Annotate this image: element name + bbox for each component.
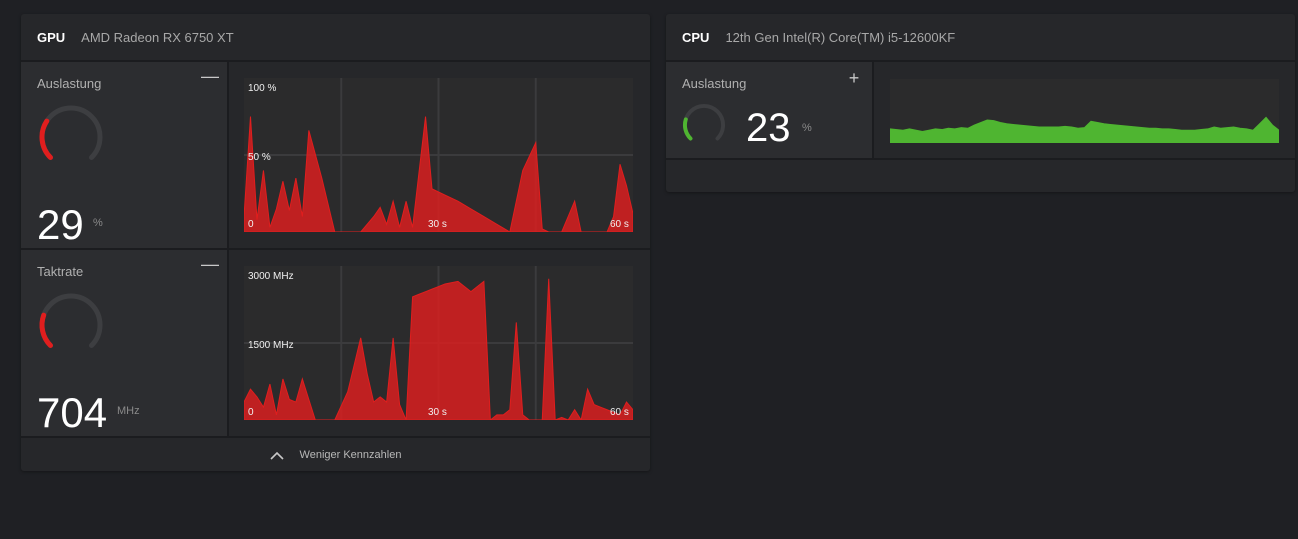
chart-x-start-label: 0 xyxy=(248,407,254,418)
chart-x-start-label: 0 xyxy=(248,219,254,230)
cpu-usage-chart xyxy=(890,79,1279,143)
gpu-usage-value: 29 xyxy=(37,201,84,248)
chart-y-top-label: 3000 MHz xyxy=(248,271,294,282)
gpu-clock-collapse-button[interactable]: — xyxy=(201,255,219,273)
gpu-usage-row: Auslastung — 29 % 100 % 50 % 0 30 s 60 s xyxy=(21,62,650,250)
fewer-metrics-toggle[interactable]: Weniger Kennzahlen xyxy=(21,439,650,471)
gpu-clock-summary: Taktrate — 704 MHz xyxy=(21,250,229,436)
gpu-usage-summary: Auslastung — 29 % xyxy=(21,62,229,248)
series-area xyxy=(890,116,1279,143)
chart-x-mid-label: 30 s xyxy=(428,407,447,418)
gpu-usage-chart: 100 % 50 % 0 30 s 60 s xyxy=(244,78,633,232)
chevron-up-icon xyxy=(269,451,284,460)
gpu-usage-unit: % xyxy=(93,217,103,229)
gpu-header: GPU AMD Radeon RX 6750 XT xyxy=(21,14,650,62)
cpu-usage-chart-area xyxy=(874,62,1295,158)
cpu-usage-expand-button[interactable]: + xyxy=(846,69,862,87)
chart-x-end-label: 60 s xyxy=(610,219,629,230)
gpu-clock-label: Taktrate xyxy=(37,264,84,279)
gpu-clock-value: 704 xyxy=(37,389,108,436)
gpu-usage-gauge xyxy=(39,105,103,161)
gpu-usage-chart-area: 100 % 50 % 0 30 s 60 s xyxy=(229,62,650,248)
cpu-usage-label: Auslastung xyxy=(682,76,747,91)
cpu-usage-value: 23 xyxy=(746,106,791,150)
cpu-card: CPU 12th Gen Intel(R) Core(TM) i5-12600K… xyxy=(666,14,1295,192)
gpu-clock-unit: MHz xyxy=(117,405,140,417)
chart-y-mid-label: 50 % xyxy=(248,152,271,163)
cpu-header: CPU 12th Gen Intel(R) Core(TM) i5-12600K… xyxy=(666,14,1295,62)
gpu-usage-collapse-button[interactable]: — xyxy=(201,67,219,85)
gauge-fill xyxy=(39,312,53,349)
gauge-track xyxy=(682,104,726,141)
gauge-fill xyxy=(683,117,693,141)
gauge-fill xyxy=(39,118,53,161)
gpu-clock-gauge xyxy=(39,293,103,349)
cpu-model-name: 12th Gen Intel(R) Core(TM) i5-12600KF xyxy=(725,29,956,45)
gpu-card: GPU AMD Radeon RX 6750 XT Auslastung — 2… xyxy=(21,14,650,471)
fewer-metrics-label: Weniger Kennzahlen xyxy=(299,449,402,461)
cpu-usage-gauge xyxy=(682,104,726,141)
series-area xyxy=(244,278,633,420)
gpu-clock-chart-area: 3000 MHz 1500 MHz 0 30 s 60 s xyxy=(229,250,650,436)
gauge-track xyxy=(39,293,103,349)
cpu-usage-chart-svg xyxy=(890,116,1279,143)
chart-y-mid-label: 1500 MHz xyxy=(248,340,294,351)
gpu-clock-row: Taktrate — 704 MHz 3000 MHz 1500 MHz 0 3… xyxy=(21,250,650,438)
cpu-usage-row: Auslastung + 23 % xyxy=(666,62,1295,160)
gpu-usage-chart-svg xyxy=(244,78,633,232)
chart-x-mid-label: 30 s xyxy=(428,219,447,230)
gpu-model-name: AMD Radeon RX 6750 XT xyxy=(81,29,234,45)
chart-y-top-label: 100 % xyxy=(248,83,277,94)
gpu-kind-label: GPU xyxy=(37,29,66,45)
gauge-track xyxy=(39,105,103,161)
gpu-clock-chart: 3000 MHz 1500 MHz 0 30 s 60 s xyxy=(244,266,633,420)
gpu-usage-label: Auslastung xyxy=(37,76,102,91)
gpu-clock-chart-svg xyxy=(244,266,633,420)
chart-x-end-label: 60 s xyxy=(610,407,629,418)
cpu-kind-label: CPU xyxy=(682,29,710,45)
cpu-usage-summary: Auslastung + 23 % xyxy=(666,62,874,158)
cpu-usage-unit: % xyxy=(802,122,812,134)
